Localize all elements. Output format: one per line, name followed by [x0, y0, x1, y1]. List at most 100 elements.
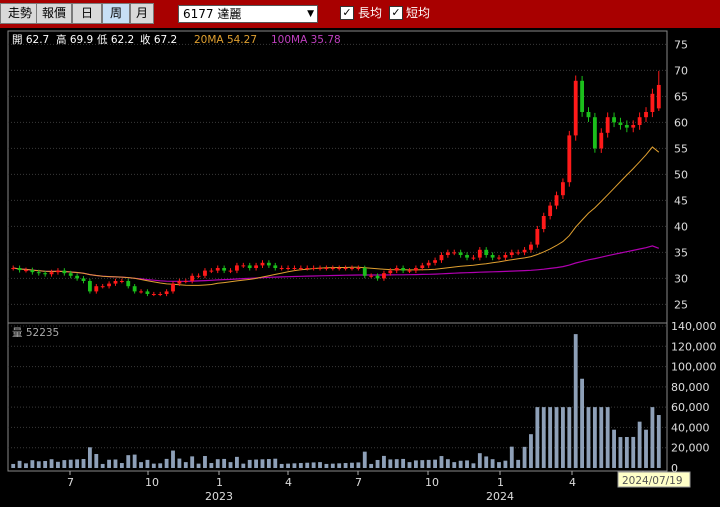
candle-body [337, 268, 342, 269]
candle-body [362, 268, 367, 276]
candle-body [618, 122, 623, 125]
x-tick-label: 10 [145, 476, 159, 489]
volume-bar [254, 459, 259, 468]
volume-bar [209, 463, 214, 468]
candle-body [433, 260, 437, 263]
volume-bar [273, 458, 278, 468]
candle-body [369, 275, 374, 277]
volume-bar [612, 429, 616, 468]
candle-body [350, 268, 354, 269]
price-tick-label: 60 [674, 116, 688, 129]
info-close: 收 67.2 [140, 33, 177, 46]
volume-bar [164, 458, 169, 468]
x-tick-label: 4 [285, 476, 292, 489]
candle-body [68, 273, 73, 276]
candle-body [190, 275, 195, 281]
candle-body [298, 268, 303, 269]
volume-bar [618, 437, 623, 468]
info-high: 高 69.9 [56, 33, 93, 46]
candlestick-chart[interactable]: 2530354045505560657075020,00040,00060,00… [0, 28, 720, 503]
volume-bar [465, 460, 469, 468]
volume-bar [266, 459, 271, 468]
volume-tick-label: 80,000 [671, 381, 710, 394]
volume-bar [567, 407, 572, 468]
candle-body [81, 278, 86, 281]
candle-body [356, 268, 361, 269]
stock-select-value: 6177 達麗 [183, 7, 242, 21]
volume-bar [75, 459, 80, 468]
candle-body [228, 270, 233, 272]
volume-bar [509, 446, 514, 468]
x-tick-label: 7 [67, 476, 74, 489]
volume-bar [119, 463, 124, 468]
candle-body [139, 291, 143, 293]
tab-monthly[interactable]: 月 [130, 3, 154, 24]
candle-body [107, 283, 111, 287]
volume-bar [592, 407, 597, 468]
candle-body [561, 182, 565, 196]
candle-body [605, 117, 610, 133]
candle-body [535, 229, 540, 245]
volume-bar [107, 459, 111, 468]
candle-body [203, 270, 207, 276]
volume-bar [426, 459, 431, 468]
price-tick-label: 40 [674, 220, 688, 233]
stock-select-dropdown[interactable]: 6177 達麗 ▼ [178, 5, 318, 23]
volume-bar [177, 458, 182, 468]
candle-body [541, 216, 546, 229]
price-tick-label: 35 [674, 246, 688, 259]
chart-area[interactable]: 25 30 35 40 45 50 55 60 65 70 75 0 20,000 40,000 60,00… [0, 28, 720, 503]
candle-body [247, 265, 252, 268]
candle-body [209, 270, 214, 272]
price-tick-label: 65 [674, 90, 688, 103]
volume-bar [420, 460, 425, 468]
volume-bar [183, 462, 188, 468]
tab-quote[interactable]: 報價 [36, 3, 72, 24]
volume-bar [139, 462, 143, 468]
volume-bar [203, 456, 207, 468]
candle-body [62, 270, 67, 274]
chevron-down-icon: ▼ [307, 9, 314, 19]
volume-bar [433, 459, 437, 468]
volume-bar [516, 459, 521, 468]
volume-bar [190, 456, 195, 468]
volume-bar [413, 460, 418, 468]
price-tick-label: 30 [674, 272, 688, 285]
volume-bar [62, 460, 67, 468]
volume-bar [362, 451, 367, 468]
short-ma-checkbox[interactable]: ✓ [389, 6, 403, 20]
volume-bar [330, 463, 335, 468]
candle-body [426, 262, 431, 266]
candle-body [56, 270, 60, 273]
tab-daily[interactable]: 日 [72, 3, 102, 24]
volume-bar [490, 459, 495, 468]
volume-bar [477, 453, 482, 468]
tab-trend[interactable]: 走勢 [0, 3, 40, 24]
info-ma20: 20MA 54.27 [194, 34, 257, 46]
candle-body [43, 273, 48, 275]
candle-body [580, 80, 585, 112]
volume-bar [222, 458, 227, 468]
info-open: 開 62.7 [12, 34, 49, 46]
candle-body [624, 125, 629, 128]
candle-body [36, 272, 41, 274]
candle-body [644, 112, 648, 118]
volume-bar [311, 462, 316, 468]
volume-bar [228, 462, 233, 468]
candle-body [87, 281, 92, 292]
year-label: 2023 [205, 490, 233, 503]
tab-weekly[interactable]: 周 [102, 3, 130, 24]
volume-bar [522, 446, 527, 468]
volume-bar [529, 434, 533, 468]
candle-body [388, 270, 393, 274]
volume-bar [68, 459, 73, 468]
long-ma-checkbox[interactable]: ✓ [340, 6, 354, 20]
volume-bar [305, 462, 310, 468]
date-tooltip: 2024/07/19 [622, 475, 683, 487]
volume-bar [356, 462, 361, 468]
volume-bar [215, 459, 220, 468]
candle-body [132, 286, 137, 292]
year-label: 2024 [486, 490, 514, 503]
x-tick-label: 10 [425, 476, 439, 489]
volume-bar [196, 463, 201, 468]
